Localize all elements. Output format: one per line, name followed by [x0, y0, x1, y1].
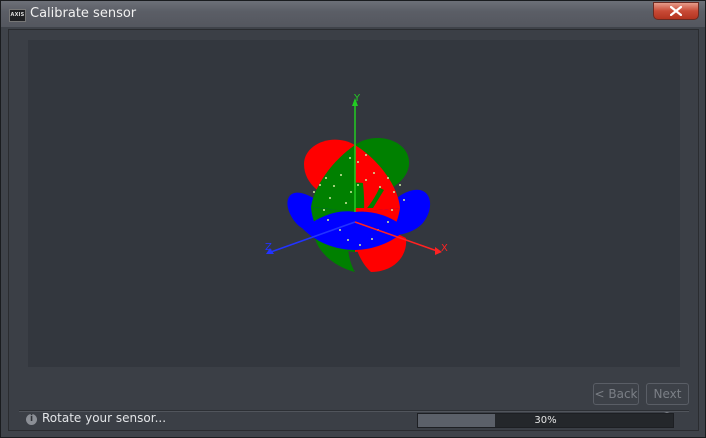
progress-label: 30%: [534, 415, 557, 426]
calibration-sphere: Y Z X: [265, 93, 448, 272]
dialog-body: Y Z X < Back Next > i Rotate your sensor…: [8, 29, 699, 431]
close-button[interactable]: [653, 2, 699, 20]
info-icon: i: [26, 414, 37, 425]
z-axis-label: Z: [265, 242, 272, 253]
back-button[interactable]: < Back: [593, 383, 639, 405]
calibration-progress-bar: 30%: [417, 413, 674, 428]
window-title: Calibrate sensor: [30, 6, 137, 21]
y-axis-label: Y: [353, 93, 361, 104]
x-axis-label: X: [441, 243, 448, 254]
sensor-3d-viewport[interactable]: Y Z X: [28, 40, 680, 367]
title-bar[interactable]: AXIS Calibrate sensor: [1, 1, 705, 27]
calibrate-sensor-window: AXIS Calibrate sensor Y Z X < Back Next …: [0, 0, 706, 438]
close-icon: [670, 6, 682, 16]
status-message: Rotate your sensor...: [42, 411, 167, 425]
app-icon: AXIS: [9, 9, 26, 22]
next-button[interactable]: Next >: [646, 383, 689, 421]
